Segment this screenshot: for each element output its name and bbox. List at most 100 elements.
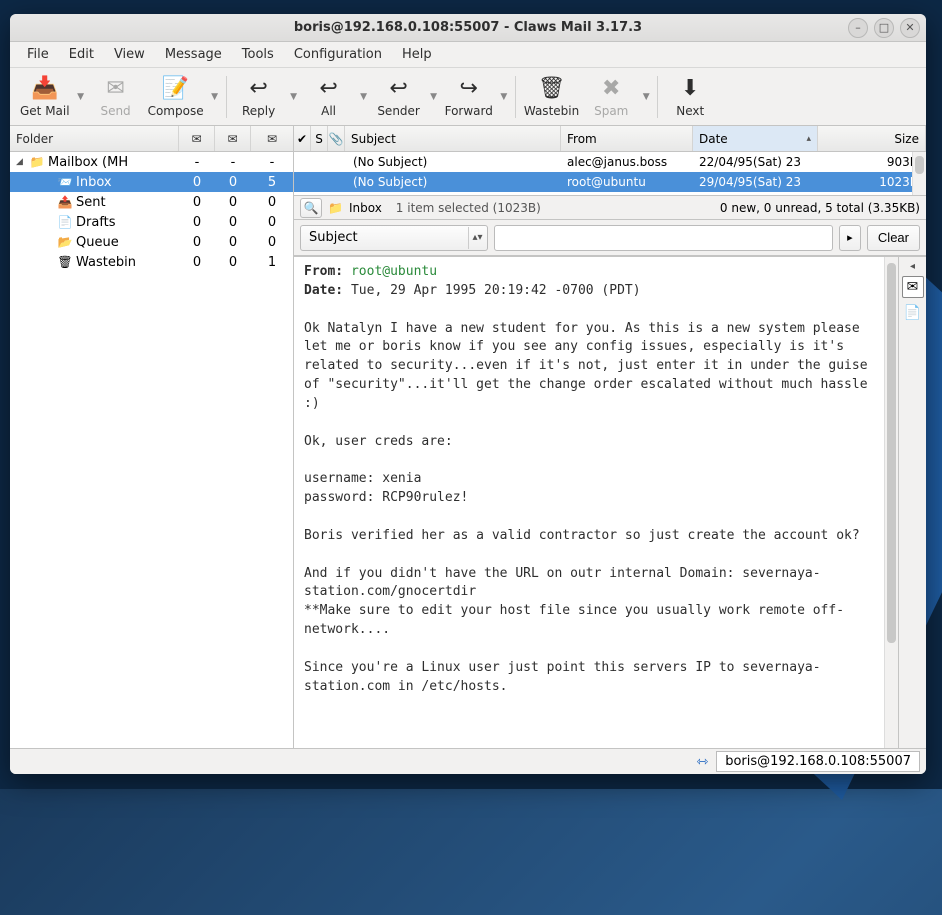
toolbar-separator xyxy=(657,76,658,118)
folder-row-wastebin[interactable]: 🗑Wastebin001 xyxy=(10,252,293,272)
msg-size: 903B xyxy=(818,155,926,169)
folder-row-queue[interactable]: 📂Queue000 xyxy=(10,232,293,252)
menubar: File Edit View Message Tools Configurati… xyxy=(10,42,926,68)
folder-count: 0 xyxy=(179,215,215,230)
folder-count: - xyxy=(179,155,215,170)
toolbar-dropdown-arrow[interactable]: ▼ xyxy=(639,71,653,123)
titlebar[interactable]: boris@192.168.0.108:55007 - Claws Mail 3… xyxy=(10,14,926,42)
folder-name: Inbox xyxy=(76,175,112,190)
statusbar: ⇿ boris@192.168.0.108:55007 xyxy=(10,748,926,774)
folder-icon: 📨 xyxy=(58,175,72,189)
message-body-scrollbar[interactable] xyxy=(884,257,898,748)
info-status: 0 new, 0 unread, 5 total (3.35KB) xyxy=(720,201,920,215)
toolbar-button-label: Forward xyxy=(445,104,493,118)
right-pane: ✔ S 📎 Subject From Date▴ Size (No Subjec… xyxy=(294,126,926,748)
folder-count: 0 xyxy=(215,215,251,230)
message-row[interactable]: (No Subject)alec@janus.boss22/04/95(Sat)… xyxy=(294,152,926,172)
col-date[interactable]: Date▴ xyxy=(693,126,818,151)
reply-button[interactable]: ↩Reply xyxy=(231,71,287,123)
info-folder-label: Inbox xyxy=(349,201,382,215)
get-mail-icon: 📥 xyxy=(31,76,58,102)
menu-file[interactable]: File xyxy=(18,44,58,65)
folder-row-inbox[interactable]: 📨Inbox005 xyxy=(10,172,293,192)
folder-icon: 📁 xyxy=(328,201,343,215)
send-icon: ✉ xyxy=(106,76,124,102)
titlebar-controls: – □ ✕ xyxy=(848,18,920,38)
menu-tools[interactable]: Tools xyxy=(233,44,283,65)
search-expand-button[interactable]: ▸ xyxy=(839,225,861,251)
message-list-header: ✔ S 📎 Subject From Date▴ Size xyxy=(294,126,926,152)
minimize-button[interactable]: – xyxy=(848,18,868,38)
all-button[interactable]: ↩All xyxy=(301,71,357,123)
folder-col-new-icon[interactable]: ✉ xyxy=(179,126,215,151)
sender-button[interactable]: ↩Sender xyxy=(371,71,427,123)
date-value: Tue, 29 Apr 1995 20:19:42 -0700 (PDT) xyxy=(351,283,641,298)
folder-count: 0 xyxy=(251,215,293,230)
menu-view[interactable]: View xyxy=(105,44,154,65)
col-size[interactable]: Size xyxy=(818,126,926,151)
folder-header-label[interactable]: Folder xyxy=(10,126,179,151)
menu-edit[interactable]: Edit xyxy=(60,44,103,65)
compose-button[interactable]: 📝Compose xyxy=(144,71,208,123)
menu-message[interactable]: Message xyxy=(156,44,231,65)
msg-date: 22/04/95(Sat) 23 xyxy=(693,155,818,169)
folder-row-drafts[interactable]: 📄Drafts000 xyxy=(10,212,293,232)
folder-count: 0 xyxy=(215,175,251,190)
online-icon[interactable]: ⇿ xyxy=(696,754,708,770)
clear-button[interactable]: Clear xyxy=(867,225,920,251)
message-body[interactable]: From: root@ubuntu Date: Tue, 29 Apr 1995… xyxy=(294,257,898,748)
account-selector[interactable]: boris@192.168.0.108:55007 xyxy=(716,751,920,772)
toolbar-dropdown-arrow[interactable]: ▼ xyxy=(497,71,511,123)
toolbar-dropdown-arrow[interactable]: ▼ xyxy=(208,71,222,123)
close-button[interactable]: ✕ xyxy=(900,18,920,38)
folder-pane: Folder ✉ ✉ ✉ ◢📁Mailbox (MH---📨Inbox005📤S… xyxy=(10,126,294,748)
search-row: Subject ▴▾ ▸ Clear xyxy=(294,220,926,256)
folder-row-mailbox-mh[interactable]: ◢📁Mailbox (MH--- xyxy=(10,152,293,172)
col-subject[interactable]: Subject xyxy=(345,126,561,151)
col-from[interactable]: From xyxy=(561,126,693,151)
menu-help[interactable]: Help xyxy=(393,44,441,65)
next-icon: ⬇ xyxy=(681,76,699,102)
message-view-wrap: From: root@ubuntu Date: Tue, 29 Apr 1995… xyxy=(294,256,926,748)
toolbar-dropdown-arrow[interactable]: ▼ xyxy=(74,71,88,123)
message-text: Ok Natalyn I have a new student for you.… xyxy=(304,321,875,694)
search-field-select[interactable]: Subject ▴▾ xyxy=(300,225,488,251)
forward-button[interactable]: ↪Forward xyxy=(441,71,497,123)
folder-name: Drafts xyxy=(76,215,116,230)
search-input[interactable] xyxy=(494,225,833,251)
search-toggle-button[interactable]: 🔍 xyxy=(300,198,322,218)
col-status[interactable]: S xyxy=(311,126,328,151)
expand-icon[interactable]: ◢ xyxy=(16,157,26,167)
message-row[interactable]: (No Subject)root@ubuntu29/04/95(Sat) 231… xyxy=(294,172,926,192)
col-mark[interactable]: ✔ xyxy=(294,126,311,151)
all-icon: ↩ xyxy=(319,76,337,102)
spam-button: ✖Spam xyxy=(583,71,639,123)
folder-icon: 📄 xyxy=(58,215,72,229)
compose-icon: 📝 xyxy=(162,76,189,102)
message-side-tabs: ◂ ✉ 📄 xyxy=(898,257,926,748)
folder-col-unread-icon[interactable]: ✉ xyxy=(215,126,251,151)
menu-configuration[interactable]: Configuration xyxy=(285,44,391,65)
sort-ascending-icon: ▴ xyxy=(806,134,811,144)
message-list-scrollbar[interactable] xyxy=(912,152,926,195)
side-tab-prev[interactable]: ◂ xyxy=(910,261,915,272)
folder-name: Wastebin xyxy=(76,255,136,270)
toolbar-dropdown-arrow[interactable]: ▼ xyxy=(357,71,371,123)
toolbar-dropdown-arrow[interactable]: ▼ xyxy=(287,71,301,123)
folder-count: 0 xyxy=(179,235,215,250)
msg-from: root@ubuntu xyxy=(561,175,693,189)
folder-icon: 📂 xyxy=(58,235,72,249)
wastebin-button[interactable]: 🗑Wastebin xyxy=(520,71,583,123)
folder-col-total-icon[interactable]: ✉ xyxy=(251,126,293,151)
maximize-button[interactable]: □ xyxy=(874,18,894,38)
side-tab-source[interactable]: 📄 xyxy=(902,302,924,324)
next-button[interactable]: ⬇ Next xyxy=(662,71,718,123)
col-attachment-icon[interactable]: 📎 xyxy=(328,126,345,151)
folder-name: Sent xyxy=(76,195,106,210)
get-mail-button[interactable]: 📥Get Mail xyxy=(16,71,74,123)
toolbar-dropdown-arrow[interactable]: ▼ xyxy=(427,71,441,123)
toolbar-separator xyxy=(515,76,516,118)
side-tab-text[interactable]: ✉ xyxy=(902,276,924,298)
folder-row-sent[interactable]: 📤Sent000 xyxy=(10,192,293,212)
toolbar-button-label: Next xyxy=(676,104,704,118)
